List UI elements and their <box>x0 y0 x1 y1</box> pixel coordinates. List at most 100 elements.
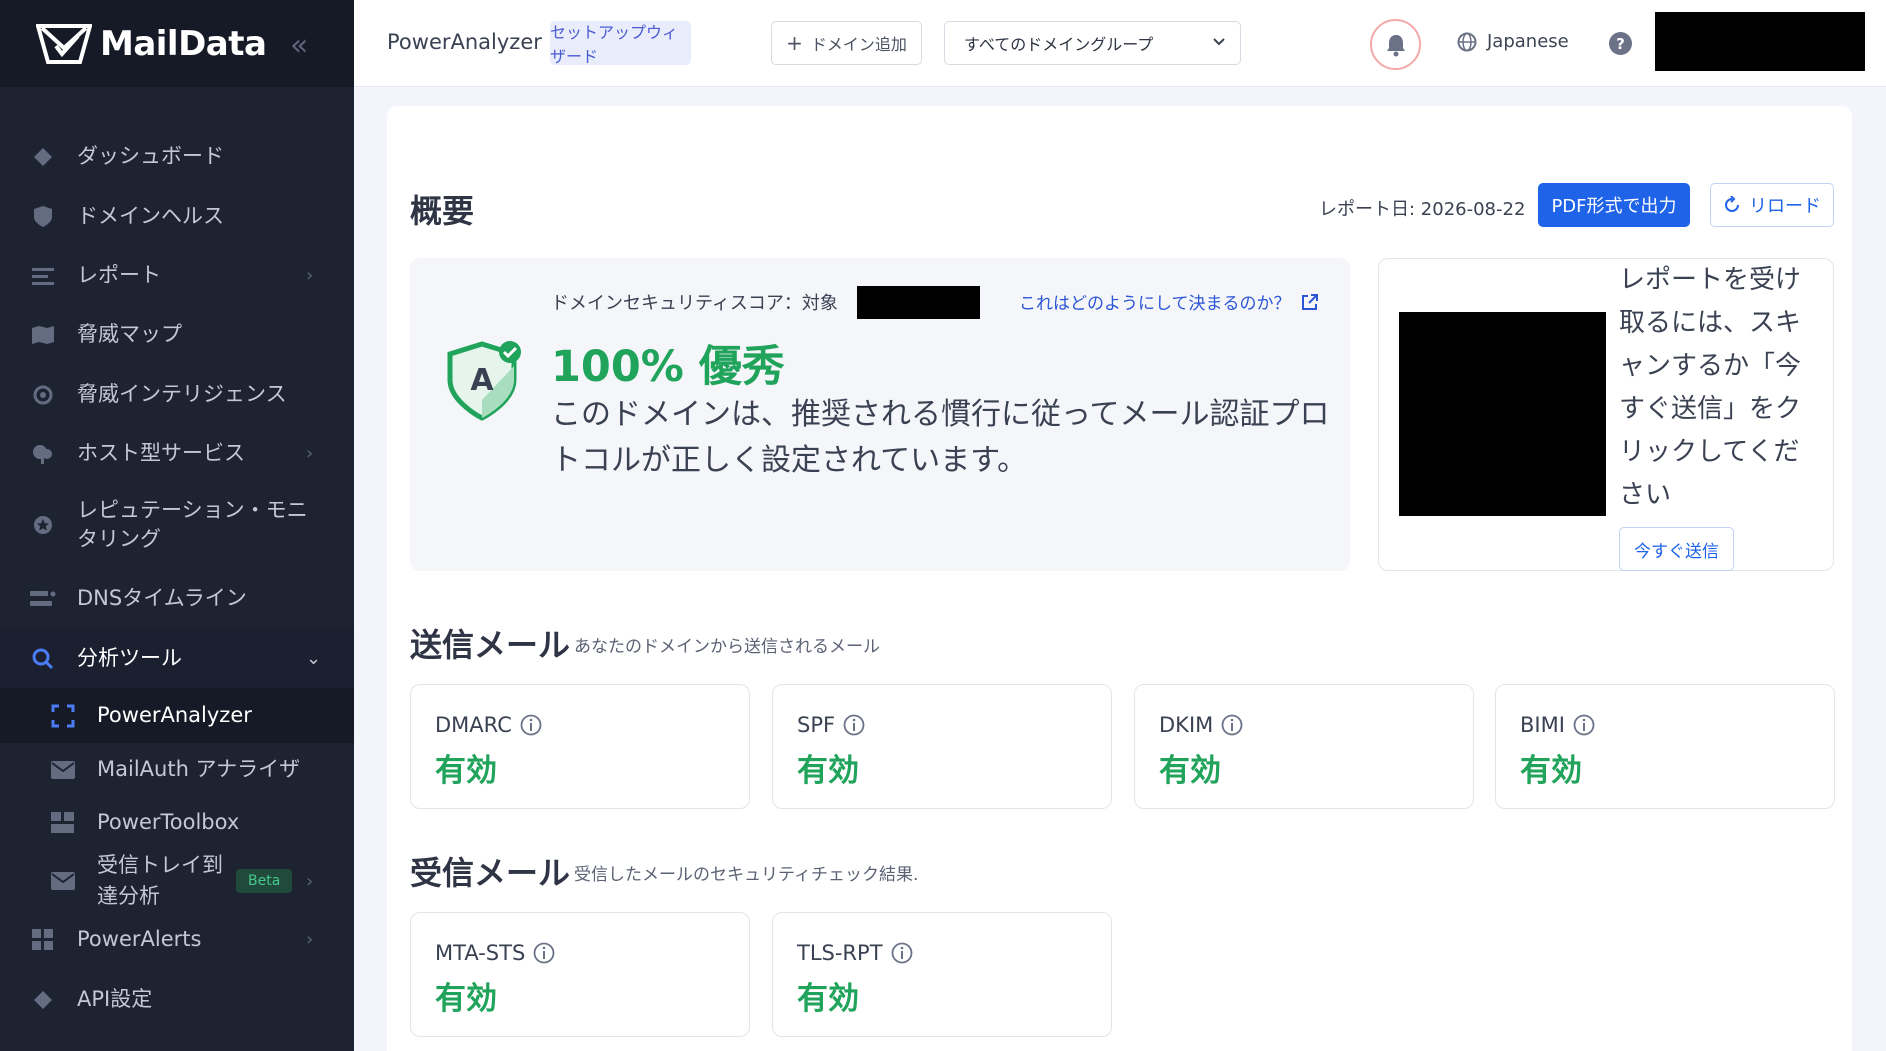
map-icon <box>30 322 56 348</box>
sidebar-item-label: 受信トレイ到達分析 <box>97 853 223 908</box>
protocol-status: 有効 <box>797 981 859 1017</box>
info-icon[interactable] <box>520 714 542 736</box>
sidebar-item-api-settings[interactable]: API設定 <box>0 985 354 1014</box>
shield-check-icon <box>30 204 56 230</box>
mail-icon <box>50 757 76 783</box>
sidebar-item-label: 分析ツール <box>77 646 182 670</box>
add-domain-label: ドメイン追加 <box>810 35 907 54</box>
page-brand: PowerAnalyzer <box>387 30 542 54</box>
info-icon[interactable] <box>1573 714 1595 736</box>
external-link-icon <box>1301 293 1318 310</box>
protocol-status: 有効 <box>1159 753 1221 789</box>
chevron-right-icon: › <box>306 265 314 286</box>
security-score-label: ドメインセキュリティスコア：対象 <box>551 293 838 314</box>
sidebar-item-dashboard[interactable]: ダッシュボード <box>0 142 354 171</box>
help-icon[interactable]: ? <box>1609 32 1632 55</box>
export-pdf-button[interactable]: PDF形式で出力 <box>1538 183 1690 227</box>
grade-letter: A <box>470 363 494 398</box>
sidebar-item-label: ダッシュボード <box>77 144 224 168</box>
send-report-instructions: レポートを受け取るには、スキャンするか「今すぐ送信」をクリックしてください <box>1619 265 1802 510</box>
top-header: PowerAnalyzer セットアップウィザード + ドメイン追加 すべてのド… <box>354 0 1886 87</box>
protocol-status: 有効 <box>1520 753 1582 789</box>
chevron-right-icon: › <box>306 929 314 950</box>
logo-text: MailData <box>100 24 267 64</box>
protocol-card-bimi[interactable]: BIMI 有効 <box>1495 684 1835 809</box>
timeline-icon <box>30 586 56 612</box>
scan-icon <box>50 703 76 729</box>
security-score-value: 100% 優秀 <box>551 342 785 392</box>
envelope-icon <box>50 868 76 894</box>
sidebar-item-label: PowerAnalyzer <box>97 703 252 727</box>
redacted-user-area[interactable] <box>1655 12 1865 71</box>
sidebar-item-label: PowerToolbox <box>97 810 240 834</box>
sidebar-item-analysis-tools[interactable]: 分析ツール ⌄ <box>0 629 354 688</box>
logo[interactable]: MailData <box>36 24 267 64</box>
diamond-icon <box>30 987 56 1013</box>
sidebar-item-poweranalyzer[interactable]: PowerAnalyzer <box>0 688 354 743</box>
sidebar-item-label: PowerAlerts <box>77 927 202 951</box>
sidebar-item-poweralerts[interactable]: PowerAlerts › <box>0 925 354 954</box>
domain-group-select[interactable]: すべてのドメイングループ <box>944 21 1241 65</box>
protocol-card-dkim[interactable]: DKIM 有効 <box>1134 684 1474 809</box>
protocol-card-tls-rpt[interactable]: TLS-RPT 有効 <box>772 912 1112 1037</box>
language-label: Japanese <box>1487 31 1569 52</box>
redacted-domain-name <box>857 286 980 319</box>
sidebar-item-dns-timeline[interactable]: DNSタイムライン <box>0 584 354 613</box>
protocol-name: DKIM <box>1159 713 1214 737</box>
info-icon[interactable] <box>1221 714 1243 736</box>
collapse-sidebar-button[interactable]: « <box>290 28 308 63</box>
sidebar-item-powertoolbox[interactable]: PowerToolbox <box>0 808 354 837</box>
reload-button[interactable]: リロード <box>1710 183 1834 227</box>
badge-icon <box>30 512 56 538</box>
maildata-logo-icon <box>36 24 92 64</box>
cloud-icon <box>30 441 56 467</box>
plus-icon: + <box>786 31 803 55</box>
sidebar-item-threat-intelligence[interactable]: 脅威インテリジェンス <box>0 380 354 409</box>
reload-icon <box>1725 196 1739 212</box>
chevron-down-icon: ⌄ <box>306 648 322 669</box>
target-icon <box>30 382 56 408</box>
send-now-button[interactable]: 今すぐ送信 <box>1619 527 1734 571</box>
sidebar-item-mailauth-analyzer[interactable]: MailAuth アナライザ <box>0 755 354 784</box>
sidebar-item-label: API設定 <box>77 987 153 1011</box>
sidebar-item-hosted-services[interactable]: ホスト型サービス › <box>0 439 354 468</box>
sidebar-item-label: レポート <box>77 263 161 287</box>
sidebar-item-label: ホスト型サービス <box>77 441 245 465</box>
protocol-name: TLS-RPT <box>797 941 883 965</box>
protocol-card-mta-sts[interactable]: MTA-STS 有効 <box>410 912 750 1037</box>
protocol-card-dmarc[interactable]: DMARC 有効 <box>410 684 750 809</box>
redacted-image <box>1399 312 1606 516</box>
chevron-down-icon <box>1212 35 1226 51</box>
sidebar-item-reputation-monitoring[interactable]: レピュテーション・モニタリング <box>0 494 354 556</box>
how-determined-link[interactable]: これはどのようにして決まるのか？ <box>1019 289 1319 314</box>
notifications-button[interactable] <box>1370 19 1421 70</box>
how-determined-label: これはどのようにして決まるのか？ <box>1019 294 1291 314</box>
page-title: 概要 <box>410 192 475 230</box>
sidebar-item-reports[interactable]: レポート › <box>0 261 354 290</box>
protocol-name: SPF <box>797 713 836 737</box>
sidebar-item-label: ドメインヘルス <box>77 204 224 228</box>
sidebar-item-label: DNSタイムライン <box>77 586 247 610</box>
info-icon[interactable] <box>533 942 555 964</box>
domain-group-value: すべてのドメイングループ <box>964 35 1154 54</box>
protocol-status: 有効 <box>435 981 497 1017</box>
setup-wizard-button[interactable]: セットアップウィザード <box>550 21 691 66</box>
lines-icon <box>30 263 56 289</box>
sidebar-item-label: MailAuth アナライザ <box>97 757 301 781</box>
protocol-card-spf[interactable]: SPF 有効 <box>772 684 1112 809</box>
sidebar-item-threat-map[interactable]: 脅威マップ <box>0 320 354 349</box>
incoming-mail-subtitle: 受信したメールのセキュリティチェック結果. <box>574 865 919 885</box>
language-selector[interactable]: Japanese <box>1457 31 1569 52</box>
sidebar-item-domain-health[interactable]: ドメインヘルス <box>0 202 354 231</box>
info-icon[interactable] <box>891 942 913 964</box>
info-icon[interactable] <box>843 714 865 736</box>
toolbox-icon <box>50 810 76 836</box>
security-score-description: このドメインは、推奨される慣行に従ってメール認証プロトコルが正しく設定されていま… <box>551 397 1330 478</box>
add-domain-button[interactable]: + ドメイン追加 <box>771 21 922 65</box>
bell-icon <box>1386 34 1405 56</box>
sidebar-item-inbox-placement[interactable]: 受信トレイ到達分析 Beta › <box>0 850 354 912</box>
grid-icon <box>30 927 56 953</box>
sidebar-item-label: レピュテーション・モニタリング <box>77 498 308 551</box>
diamond-icon <box>30 144 56 170</box>
globe-icon <box>1457 32 1477 51</box>
